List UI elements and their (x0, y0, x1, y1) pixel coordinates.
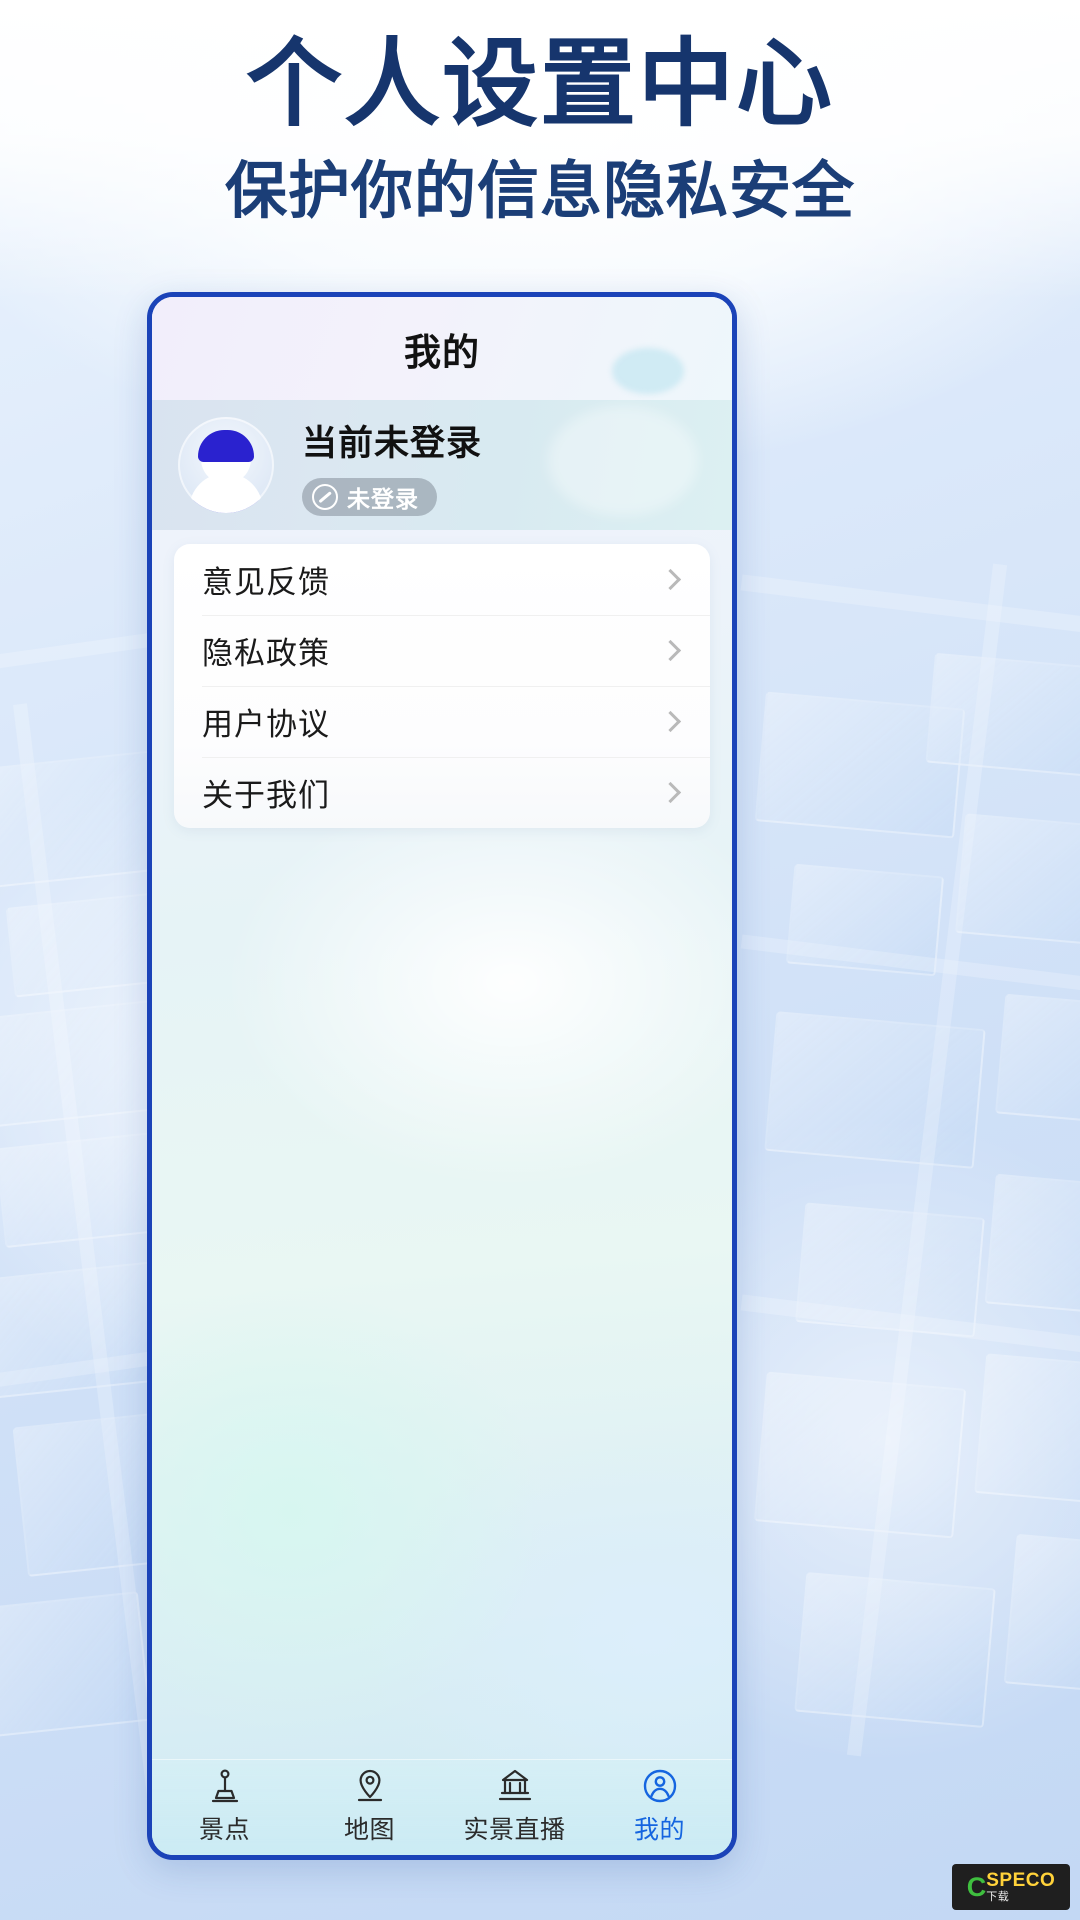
tab-label: 实景直播 (463, 1816, 566, 1844)
app-screen: 我的 当前未登录 未登录 意见反馈 隐私政策 用户协议 关于我们 景点 地图 实… (152, 297, 732, 1855)
menu-item-label: 关于我们 (202, 778, 330, 813)
chevron-right-icon (659, 781, 682, 804)
profile-section[interactable]: 当前未登录 未登录 (152, 400, 732, 530)
watermark-mark: C (966, 1871, 987, 1902)
attraction-pin-icon (207, 1765, 243, 1805)
tab-label: 景点 (198, 1816, 250, 1844)
menu-wrapper: 意见反馈 隐私政策 用户协议 关于我们 (152, 530, 732, 828)
page-title: 个人设置中心 (246, 31, 834, 138)
menu-item-feedback[interactable]: 意见反馈 (174, 544, 710, 615)
menu-card: 意见反馈 隐私政策 用户协议 关于我们 (174, 544, 710, 828)
page-subtitle: 保护你的信息隐私安全 (224, 157, 855, 227)
menu-item-about-us[interactable]: 关于我们 (174, 757, 710, 828)
tab-live-stream[interactable]: 实景直播 (442, 1760, 587, 1851)
watermark: C SPECO 下载 (952, 1864, 1070, 1910)
profile-circle-icon (641, 1765, 679, 1805)
menu-item-label: 意见反馈 (202, 565, 330, 600)
profile-info: 当前未登录 未登录 (302, 415, 482, 516)
watermark-text: SPECO 下载 (986, 1871, 1055, 1903)
header-decoration-blob (612, 348, 684, 394)
pavilion-live-icon (495, 1765, 535, 1805)
app-header: 我的 (152, 297, 732, 400)
no-entry-circle-icon (312, 483, 338, 510)
headline-block: 个人设置中心 保护你的信息隐私安全 (0, 28, 1080, 230)
tab-map[interactable]: 地图 (297, 1760, 442, 1851)
status-badge: 未登录 (302, 477, 437, 516)
menu-item-label: 隐私政策 (202, 636, 330, 671)
avatar[interactable] (178, 417, 274, 513)
menu-item-user-agreement[interactable]: 用户协议 (174, 686, 710, 757)
menu-item-label: 用户协议 (202, 707, 330, 742)
watermark-brand: SPECO (986, 1870, 1056, 1891)
profile-decoration-blob (548, 406, 698, 516)
avatar-body (189, 473, 263, 513)
tab-label: 地图 (343, 1816, 395, 1844)
watermark-suffix: 下载 (986, 1891, 1010, 1903)
chevron-right-icon (659, 568, 682, 591)
bottom-tab-bar: 景点 地图 实景直播 我的 (152, 1759, 732, 1855)
chevron-right-icon (659, 639, 682, 662)
profile-username: 当前未登录 (302, 423, 483, 463)
phone-mockup: 我的 当前未登录 未登录 意见反馈 隐私政策 用户协议 关于我们 景点 地图 实… (147, 292, 737, 1860)
status-badge-label: 未登录 (347, 485, 419, 512)
tab-profile[interactable]: 我的 (587, 1760, 732, 1851)
avatar-hair (198, 430, 254, 462)
chevron-right-icon (659, 710, 682, 733)
tab-attractions[interactable]: 景点 (152, 1760, 297, 1851)
tab-label: 我的 (633, 1816, 685, 1844)
app-header-title: 我的 (404, 331, 480, 373)
map-location-icon (352, 1765, 388, 1805)
menu-item-privacy-policy[interactable]: 隐私政策 (174, 615, 710, 686)
